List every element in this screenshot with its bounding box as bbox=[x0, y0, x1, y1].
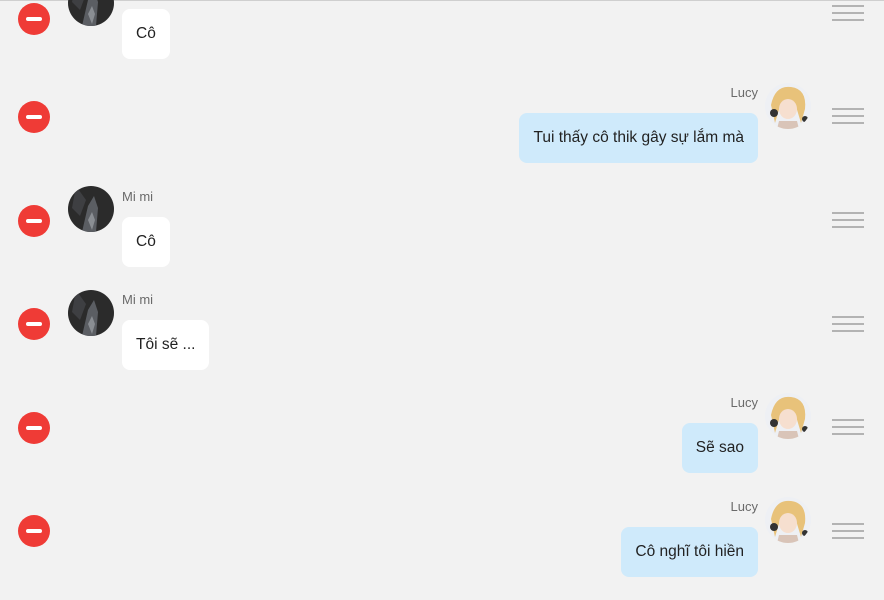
drag-handle-icon[interactable] bbox=[832, 523, 864, 541]
delete-message-button[interactable] bbox=[18, 308, 50, 340]
message-row: Lucy Sẽ sao bbox=[0, 379, 884, 483]
message-bubble: Tôi sẽ ... bbox=[122, 320, 210, 370]
drag-handle-icon[interactable] bbox=[832, 419, 864, 437]
lucy-avatar bbox=[765, 497, 811, 543]
message-bubble: Cô bbox=[122, 217, 170, 267]
message-row: Lucy Tui thấy cô thik gây sự lắm mà bbox=[0, 69, 884, 173]
minus-icon bbox=[26, 426, 42, 430]
mimi-avatar bbox=[68, 186, 114, 232]
mimi-avatar bbox=[68, 0, 114, 26]
sender-name: Lucy bbox=[730, 85, 758, 100]
delete-message-button[interactable] bbox=[18, 515, 50, 547]
message-row: Lucy Cô nghĩ tôi hiền bbox=[0, 483, 884, 587]
sender-name: Mi mi bbox=[122, 292, 154, 307]
message-row: Mi mi Cô bbox=[0, 173, 884, 277]
delete-message-button[interactable] bbox=[18, 101, 50, 133]
message-bubble: Sẽ sao bbox=[681, 423, 758, 473]
drag-handle-icon[interactable] bbox=[832, 212, 864, 230]
minus-icon bbox=[26, 529, 42, 533]
message-bubble: Cô nghĩ tôi hiền bbox=[621, 527, 758, 577]
lucy-avatar bbox=[765, 393, 811, 439]
delete-message-button[interactable] bbox=[18, 3, 50, 35]
drag-handle-icon[interactable] bbox=[832, 5, 864, 23]
sender-name: Lucy bbox=[730, 499, 758, 514]
drag-handle-icon[interactable] bbox=[832, 316, 864, 334]
mimi-avatar bbox=[68, 290, 114, 336]
minus-icon bbox=[26, 17, 42, 21]
message-row: Cô bbox=[0, 0, 884, 59]
message-row: Mi mi Tôi sẽ ... bbox=[0, 276, 884, 380]
drag-handle-icon[interactable] bbox=[832, 108, 864, 126]
minus-icon bbox=[26, 322, 42, 326]
lucy-avatar bbox=[765, 83, 811, 129]
minus-icon bbox=[26, 115, 42, 119]
delete-message-button[interactable] bbox=[18, 412, 50, 444]
sender-name: Mi mi bbox=[122, 189, 154, 204]
message-bubble: Cô bbox=[122, 9, 170, 59]
delete-message-button[interactable] bbox=[18, 205, 50, 237]
message-bubble: Tui thấy cô thik gây sự lắm mà bbox=[519, 113, 758, 163]
minus-icon bbox=[26, 219, 42, 223]
sender-name: Lucy bbox=[730, 395, 758, 410]
